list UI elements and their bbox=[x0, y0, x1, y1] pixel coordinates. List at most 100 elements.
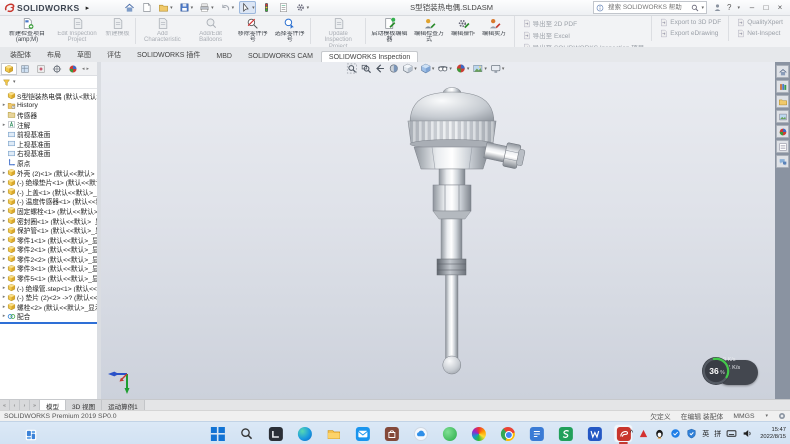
filter-funnel-icon[interactable] bbox=[2, 78, 11, 87]
tree-item[interactable]: ▸零件3<1> (默认<<默认>_显示状 bbox=[0, 264, 97, 274]
tree-item[interactable]: ▸保护管<1> (默认<<默认>_显示状 bbox=[0, 225, 97, 235]
edit-vendors-button[interactable]: 编辑卖方 bbox=[479, 15, 510, 47]
design-library-button[interactable] bbox=[776, 80, 789, 93]
custom-properties-button[interactable] bbox=[776, 140, 789, 153]
fm-tab-display-manager[interactable] bbox=[65, 63, 81, 75]
status-badge-icon[interactable] bbox=[778, 412, 786, 420]
fm-tab-feature-tree[interactable] bbox=[1, 63, 17, 75]
tree-item[interactable]: ▸(-) 温度传感器<1> (默认<<默认>_ bbox=[0, 197, 97, 207]
graphics-viewport[interactable]: ▾▾▾▾▾▾ 0 K/s0.1 K/s 36 % bbox=[101, 62, 775, 399]
zoom-fit-button[interactable] bbox=[346, 63, 357, 74]
edit-operations-button[interactable]: 编辑操作 bbox=[448, 15, 479, 47]
zoom-area-button[interactable] bbox=[360, 63, 371, 74]
search-icon[interactable] bbox=[691, 4, 699, 12]
command-tab[interactable]: 装配体 bbox=[2, 47, 39, 62]
command-tab[interactable]: 草图 bbox=[69, 47, 99, 62]
tree-item[interactable]: ▸密封圈<1> (默认<<默认>_显示状 bbox=[0, 216, 97, 226]
mail-app-button[interactable] bbox=[354, 425, 371, 442]
tree-item[interactable]: ▸零件5<1> (默认<<默认>_显示状 bbox=[0, 273, 97, 283]
maximize-button[interactable]: □ bbox=[759, 1, 773, 15]
ime-en-indicator[interactable]: 英 bbox=[702, 429, 709, 439]
status-item[interactable]: MMGS bbox=[733, 413, 754, 420]
tree-item[interactable]: ▸固定螺栓<1> (默认<<默认>_显示 bbox=[0, 206, 97, 216]
caret-down-icon[interactable]: ▾ bbox=[765, 413, 768, 419]
color-wheel-app-button[interactable] bbox=[470, 425, 487, 442]
new-inspection-project-button[interactable]: 新建检查项目 (amp;M) bbox=[2, 15, 52, 47]
display-style-button[interactable]: ▾ bbox=[420, 63, 435, 74]
hide-show-items-button[interactable]: ▾ bbox=[437, 63, 452, 74]
caret-down-icon[interactable]: ▾ bbox=[432, 66, 435, 72]
caret-down-icon[interactable]: ▾ bbox=[211, 5, 214, 11]
caret-down-icon[interactable]: ▾ bbox=[484, 66, 487, 72]
view-orientation-button[interactable]: ▾ bbox=[402, 63, 417, 74]
red-app-tray-button[interactable] bbox=[638, 428, 649, 439]
tree-item[interactable]: ▸零件2<1> (默认<<默认>_显示状 bbox=[0, 245, 97, 255]
tree-item[interactable]: ▸History bbox=[0, 101, 97, 111]
command-tab[interactable]: SOLIDWORKS 插件 bbox=[129, 47, 208, 62]
widgets-app-button[interactable] bbox=[22, 426, 39, 443]
options-button[interactable]: ▾ bbox=[294, 1, 311, 14]
edit-inspection-project-button[interactable]: Edit Inspection Project bbox=[52, 15, 102, 47]
command-tab[interactable]: 评估 bbox=[99, 47, 129, 62]
caret-down-icon[interactable]: ▾ bbox=[191, 5, 194, 11]
caret-down-icon[interactable]: ▾ bbox=[702, 5, 705, 11]
home-button[interactable] bbox=[123, 1, 136, 14]
caret-down-icon[interactable]: ▾ bbox=[232, 5, 235, 11]
previous-view-button[interactable] bbox=[374, 63, 385, 74]
tree-item[interactable]: ▸(-) 绝缘垫片<1> (默认<<默认>_显 bbox=[0, 177, 97, 187]
dark-app-app-button[interactable] bbox=[267, 425, 284, 442]
user-login-icon[interactable] bbox=[713, 3, 722, 12]
green-browser-app-button[interactable] bbox=[441, 425, 458, 442]
section-view-button[interactable] bbox=[388, 63, 399, 74]
caret-down-icon[interactable]: ▾ bbox=[467, 66, 470, 72]
caret-down-icon[interactable]: ▾ bbox=[414, 66, 417, 72]
caret-down-icon[interactable]: ▾ bbox=[307, 5, 310, 11]
chrome-app-button[interactable] bbox=[499, 425, 516, 442]
fm-tab-configuration-manager[interactable] bbox=[33, 63, 49, 75]
new-template-button[interactable]: 新建模板 bbox=[102, 15, 133, 47]
apply-scene-button[interactable]: ▾ bbox=[472, 63, 487, 74]
ime-pinyin-indicator[interactable]: 拼 bbox=[714, 429, 721, 439]
minimize-button[interactable]: – bbox=[745, 1, 759, 15]
solidworks-forum-button[interactable] bbox=[776, 155, 789, 168]
perf-percent-ball[interactable]: 36 % bbox=[700, 355, 732, 387]
taskbar-clock[interactable]: 15:472022/8/15 bbox=[760, 427, 786, 440]
touch-keyboard-tray-button[interactable] bbox=[726, 428, 737, 439]
blue-app-tray-button[interactable] bbox=[670, 428, 681, 439]
close-button[interactable]: × bbox=[773, 1, 787, 15]
caret-down-icon[interactable]: ▾ bbox=[13, 79, 16, 85]
tree-item[interactable]: ▸注解 bbox=[0, 120, 97, 130]
tree-splitter-bar[interactable] bbox=[0, 322, 97, 324]
caret-down-icon[interactable]: ▾ bbox=[170, 5, 173, 11]
update-inspection-project-button[interactable]: Update Inspection Project bbox=[313, 15, 363, 47]
tree-item[interactable]: ▸(-) 垫片 (2)<2> ->? (默认<<默认> bbox=[0, 292, 97, 302]
performance-float-widget[interactable]: 0 K/s0.1 K/s 36 % bbox=[700, 354, 760, 390]
caret-down-icon[interactable]: ▾ bbox=[502, 66, 505, 72]
caret-down-icon[interactable]: ▾ bbox=[737, 5, 740, 11]
print-button[interactable]: ▾ bbox=[198, 1, 215, 14]
caret-down-icon[interactable]: ▾ bbox=[252, 5, 255, 11]
export-item[interactable]: 导出至 2D PDF bbox=[522, 18, 645, 28]
search-input[interactable] bbox=[606, 3, 688, 12]
tree-item[interactable]: S型铠装热电偶 (默认<默认>_显示状态-1 bbox=[0, 91, 97, 101]
menu-flyout-arrow-icon[interactable]: ▸ bbox=[86, 4, 90, 12]
appearances-scenes-button[interactable] bbox=[776, 125, 789, 138]
file-explorer-app-button[interactable] bbox=[325, 425, 342, 442]
tree-item[interactable]: 原点 bbox=[0, 158, 97, 168]
export-item[interactable]: Net-Inspect bbox=[736, 29, 783, 38]
store-app-button[interactable] bbox=[383, 425, 400, 442]
save-button[interactable]: ▾ bbox=[178, 1, 195, 14]
edit-inspection-methods-button[interactable]: 编辑检查方式 bbox=[411, 15, 448, 47]
edge-app-button[interactable] bbox=[296, 425, 313, 442]
feature-tree-filter[interactable]: ▾ bbox=[0, 76, 97, 89]
add-characteristic-button[interactable]: Add Characteristic bbox=[138, 15, 187, 47]
tree-item[interactable]: ▸配合 bbox=[0, 312, 97, 322]
open-button[interactable]: ▾ bbox=[157, 1, 174, 14]
tree-item[interactable]: 前视基准面 bbox=[0, 129, 97, 139]
command-tab[interactable]: 布局 bbox=[39, 47, 69, 62]
tree-item[interactable]: 上视基准面 bbox=[0, 139, 97, 149]
edit-appearance-button[interactable]: ▾ bbox=[455, 63, 470, 74]
reader-app-button[interactable] bbox=[528, 425, 545, 442]
select-button[interactable]: ▾ bbox=[239, 1, 256, 14]
qq-tray-button[interactable] bbox=[654, 428, 665, 439]
